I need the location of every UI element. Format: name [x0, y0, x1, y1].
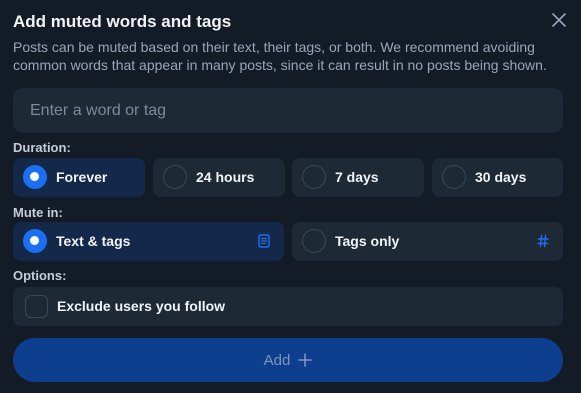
duration-option-30-days[interactable]: 30 days [432, 158, 563, 197]
duration-label: Duration: [13, 140, 71, 155]
duration-option-label: 24 hours [196, 169, 255, 185]
mute-in-option-label: Text & tags [56, 233, 131, 249]
muted-word-input[interactable] [13, 88, 563, 133]
checkbox-unchecked[interactable] [25, 295, 48, 318]
radio-unselected [302, 229, 326, 253]
duration-option-label: Forever [56, 169, 108, 185]
radio-selected [23, 229, 47, 253]
radio-unselected [442, 165, 466, 189]
document-icon [255, 232, 273, 250]
mute-in-label: Mute in: [13, 205, 63, 220]
duration-option-7-days[interactable]: 7 days [292, 158, 424, 197]
duration-option-label: 30 days [475, 169, 527, 185]
exclude-following-label: Exclude users you follow [57, 298, 226, 314]
mute-in-option-label: Tags only [335, 233, 400, 249]
radio-unselected [302, 165, 326, 189]
radio-unselected [163, 165, 187, 189]
radio-selected [23, 165, 47, 189]
close-button[interactable] [548, 9, 570, 31]
duration-option-24-hours[interactable]: 24 hours [153, 158, 285, 197]
dialog-title: Add muted words and tags [13, 12, 232, 31]
add-button[interactable]: Add [13, 338, 563, 382]
dialog-description: Posts can be muted based on their text, … [13, 39, 547, 73]
exclude-following-option[interactable]: Exclude users you follow [13, 287, 563, 326]
mute-in-option-tags-only[interactable]: Tags only [292, 222, 563, 261]
duration-option-label: 7 days [335, 169, 379, 185]
plus-icon [298, 353, 313, 367]
duration-option-forever[interactable]: Forever [13, 158, 145, 197]
hashtag-icon [534, 232, 552, 250]
options-label: Options: [13, 268, 67, 283]
mute-in-option-text-and-tags[interactable]: Text & tags [13, 222, 284, 261]
close-icon [552, 13, 566, 27]
mute-words-dialog: Add muted words and tags Posts can be mu… [0, 0, 581, 393]
add-button-label: Add [263, 351, 291, 369]
